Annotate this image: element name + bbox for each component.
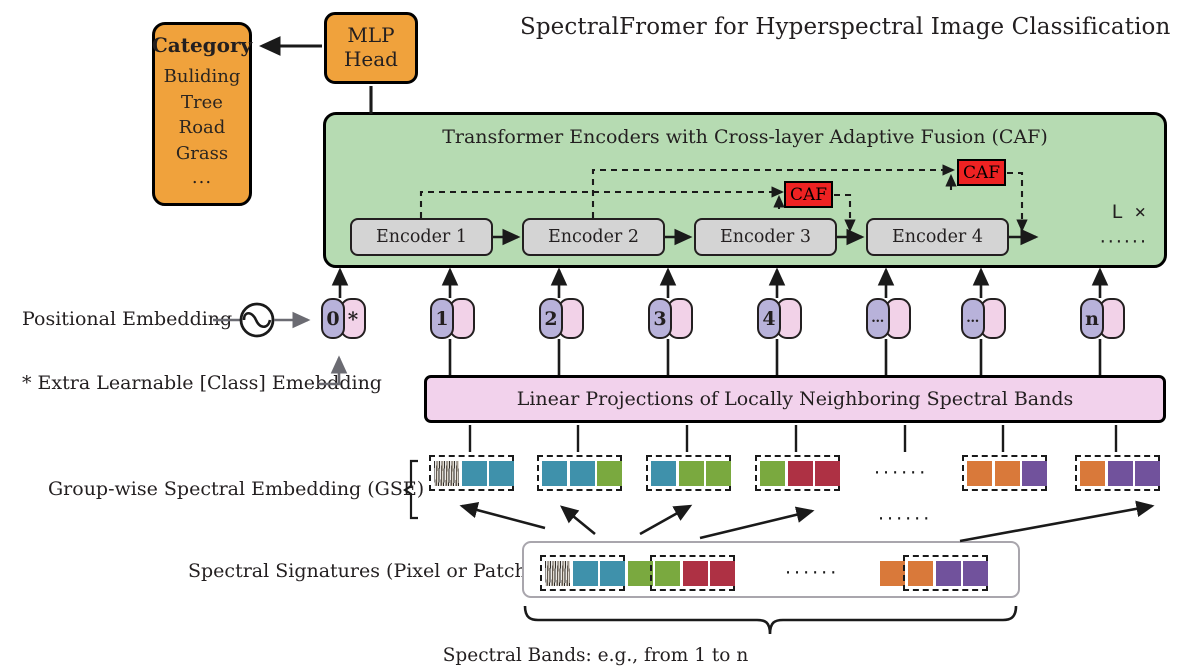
gse-label: Group-wise Spectral Embedding (GSE): [48, 478, 425, 500]
token-3: 3: [648, 298, 693, 339]
gse-patch-0-1: [462, 461, 487, 486]
token-index-1: 1: [430, 298, 454, 339]
diagram-canvas: SpectralFromer for Hyperspectral Image C…: [0, 0, 1191, 670]
category-ellipsis: ...: [191, 167, 213, 189]
sig-patch-10: [963, 561, 988, 586]
sig-patch-0: [545, 561, 570, 586]
sig-patch-4: [655, 561, 680, 586]
encoder-label-2: Encoder 2: [547, 227, 639, 247]
gse-patch-1-2: [597, 461, 622, 486]
gse-patch-3-0: [760, 461, 785, 486]
category-item-0: Buliding: [163, 66, 241, 87]
spectral-signatures-label: Spectral Signatures (Pixel or Patch): [188, 560, 535, 582]
token-index-4: 4: [757, 298, 781, 339]
gse-patch-5-0: [1080, 461, 1105, 486]
encoder-chain-ellipsis: ······: [1099, 231, 1148, 253]
category-item-3: Grass: [175, 142, 229, 164]
token-1: 1: [430, 298, 475, 339]
bottom-caption: Spectral Bands: e.g., from 1 to n: [442, 645, 749, 666]
positional-embedding-label: Positional Embedding: [22, 308, 233, 330]
encoder-label-1: Encoder 1: [375, 227, 467, 247]
repeat-count-label: L ×: [1111, 201, 1146, 223]
sig-patch-8: [908, 561, 933, 586]
gse-patch-4-0: [967, 461, 992, 486]
sig-ellipsis: ······: [785, 562, 840, 584]
encoder-box-4: Encoder 4: [866, 218, 1009, 256]
token-index-2: 2: [539, 298, 563, 339]
token-index-5: …: [866, 298, 890, 339]
gse-patch-2-1: [679, 461, 704, 486]
token-0: 0 *: [321, 298, 366, 339]
gse-patch-3-2: [815, 461, 840, 486]
caf-label-2: CAF: [962, 162, 1001, 183]
gse-patch-4-2: [1022, 461, 1047, 486]
gse-patch-5-1: [1108, 461, 1133, 486]
category-item-2: Road: [178, 117, 226, 139]
caf-box-1: CAF: [784, 181, 833, 208]
sig-patch-2: [600, 561, 625, 586]
gse-patch-2-0: [651, 461, 676, 486]
gse-patch-0-2: [489, 461, 514, 486]
token-index-7: n: [1080, 298, 1104, 339]
sig-patch-6: [710, 561, 735, 586]
token-7: n: [1080, 298, 1125, 339]
token-index-6: …: [961, 298, 985, 339]
linear-projection-label: Linear Projections of Locally Neighborin…: [516, 388, 1074, 410]
gse-patch-1-1: [570, 461, 595, 486]
encoder-box-1: Encoder 1: [350, 218, 493, 256]
category-box: Category Buliding Tree Road Grass ...: [152, 22, 252, 206]
mlp-head-line2: Head: [343, 47, 398, 71]
mlp-head-line1: MLP: [347, 23, 395, 48]
category-item-1: Tree: [181, 91, 223, 113]
encoder-box-3: Encoder 3: [694, 218, 837, 256]
fan-ellipsis: ······: [878, 508, 932, 530]
gse-patch-1-0: [542, 461, 567, 486]
page-title: SpectralFromer for Hyperspectral Image C…: [520, 14, 1171, 40]
class-embedding-note: * Extra Learnable [Class] Emebdding: [22, 372, 382, 394]
encoder-box-2: Encoder 2: [522, 218, 665, 256]
sig-patch-5: [683, 561, 708, 586]
gse-ellipsis: ······: [874, 462, 929, 484]
transformer-panel-caption: Transformer Encoders with Cross-layer Ad…: [442, 126, 1048, 148]
caf-box-2: CAF: [957, 159, 1006, 186]
gse-patch-0-0: [434, 461, 459, 486]
linear-projection-bar: Linear Projections of Locally Neighborin…: [424, 375, 1166, 423]
encoder-label-3: Encoder 3: [719, 227, 811, 247]
token-index-3: 3: [648, 298, 672, 339]
token-5: …: [866, 298, 911, 339]
gse-patch-4-1: [995, 461, 1020, 486]
gse-patch-5-2: [1135, 461, 1160, 486]
caf-label-1: CAF: [789, 184, 828, 205]
token-6: …: [961, 298, 1006, 339]
token-2: 2: [539, 298, 584, 339]
sig-patch-9: [936, 561, 961, 586]
sig-patch-7: [880, 561, 905, 586]
category-heading: Category: [151, 33, 253, 57]
encoder-label-4: Encoder 4: [891, 227, 983, 247]
token-index-0: 0: [321, 298, 345, 339]
gse-patch-3-1: [788, 461, 813, 486]
sig-patch-1: [573, 561, 598, 586]
gse-patch-2-2: [706, 461, 731, 486]
mlp-head-box: MLP Head: [324, 12, 418, 84]
token-4: 4: [757, 298, 802, 339]
